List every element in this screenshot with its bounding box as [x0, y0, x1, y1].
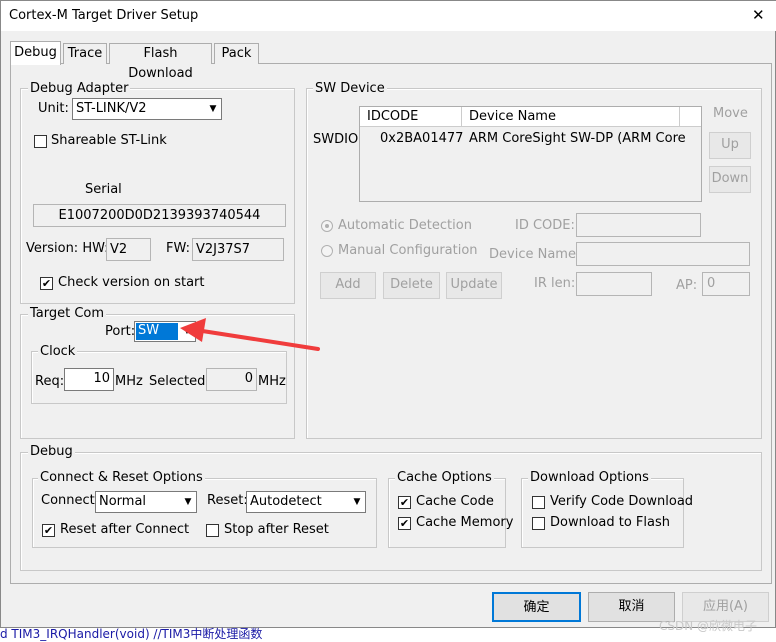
watermark: CSDN @欣微电子: [659, 619, 758, 633]
tab-debug[interactable]: Debug: [10, 41, 61, 65]
annotation-arrow-icon: [180, 318, 320, 351]
